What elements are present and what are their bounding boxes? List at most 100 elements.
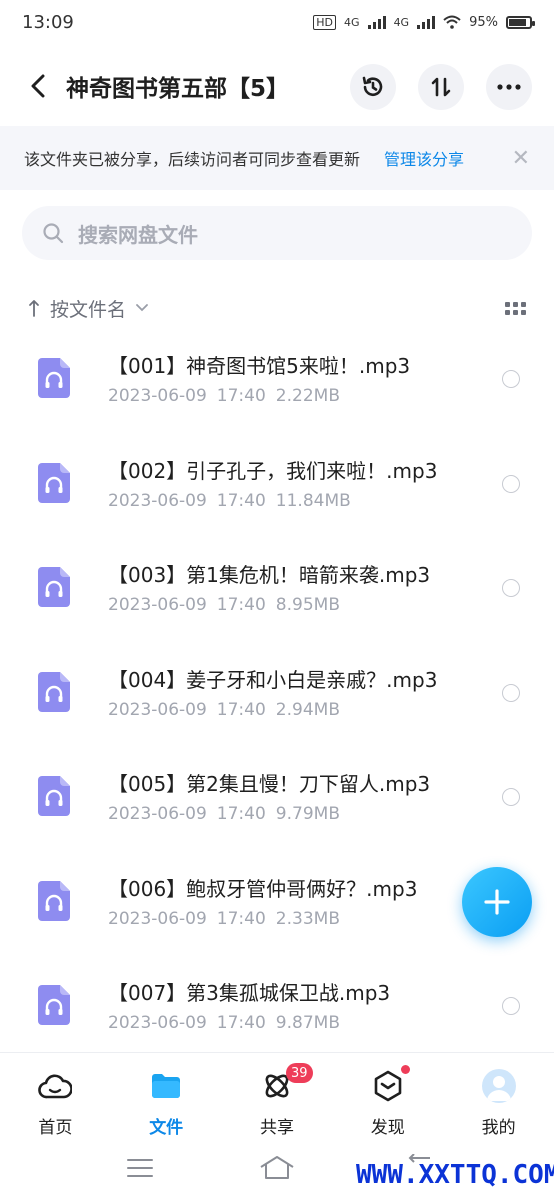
- nav-item-mine[interactable]: 我的: [443, 1053, 554, 1142]
- nav-item-home[interactable]: 首页: [0, 1053, 111, 1142]
- select-checkbox[interactable]: [502, 579, 520, 597]
- grid-view-button[interactable]: [505, 301, 526, 315]
- select-checkbox[interactable]: [502, 474, 520, 493]
- file-size: 2.94MB: [275, 699, 340, 720]
- file-row[interactable]: 【007】第3集孤城保卫战.mp3 2023-06-09 17:40 9.87MB: [0, 957, 554, 1062]
- nav-label-mine: 我的: [481, 1118, 516, 1138]
- file-meta: 2023-06-09 17:40 9.87MB: [108, 1013, 350, 1033]
- page-title: 神奇图书第五部【5】: [66, 76, 290, 102]
- audio-file-icon: [38, 462, 70, 503]
- select-checkbox[interactable]: [502, 370, 520, 388]
- close-icon[interactable]: ✕: [512, 146, 530, 171]
- nav-label-files: 文件: [149, 1118, 184, 1138]
- select-checkbox[interactable]: [502, 683, 520, 702]
- file-size: 8.95MB: [275, 595, 340, 615]
- cube-discover-icon: [371, 1065, 410, 1103]
- nav-item-share[interactable]: 39 共享: [222, 1053, 333, 1142]
- file-name: 【004】姜子牙和小白是亲戚？.mp3: [108, 667, 438, 692]
- avatar: [481, 1069, 516, 1103]
- audio-file-icon: [38, 567, 70, 607]
- file-time: 17:40: [216, 699, 266, 720]
- add-button[interactable]: [462, 867, 532, 937]
- nav-label-share: 共享: [259, 1118, 294, 1138]
- file-name: 【002】引子孔子，我们来啦！.mp3: [108, 458, 438, 483]
- file-row[interactable]: 【002】引子孔子，我们来啦！.mp3 2023-06-09 17:40 11.84…: [0, 435, 554, 540]
- header-actions: [350, 64, 532, 110]
- share-badge: 39: [285, 1063, 313, 1083]
- file-meta: 2023-06-09 17:40 9.79MB: [108, 804, 350, 824]
- audio-file-icon: [38, 776, 70, 816]
- nav-label-discover: 发现: [370, 1118, 405, 1138]
- audio-file-icon: [38, 985, 70, 1025]
- file-name: 【001】神奇图书馆5来啦！.mp3: [108, 354, 411, 378]
- folder-icon: [149, 1069, 183, 1103]
- file-date: 2023-06-09: [108, 804, 207, 824]
- audio-file-icon: [38, 880, 70, 921]
- cloud-home-icon: [38, 1069, 73, 1103]
- nav-item-files[interactable]: 文件: [111, 1053, 222, 1142]
- hd-icon: HD: [313, 14, 337, 30]
- home-icon[interactable]: [258, 1154, 296, 1180]
- file-time: 17:40: [216, 490, 266, 511]
- select-checkbox[interactable]: [502, 788, 520, 806]
- file-date: 2023-06-09: [108, 490, 207, 511]
- more-button[interactable]: [486, 64, 532, 110]
- search-icon: [43, 223, 64, 244]
- file-row[interactable]: 【005】第2集且慢！刀下留人.mp3 2023-06-09 17:40 9.79M…: [0, 748, 554, 853]
- file-meta: 2023-06-09 17:40 11.84MB: [108, 491, 361, 511]
- chevron-down-icon[interactable]: [136, 304, 148, 312]
- status-bar: 13:09 HD 4G 4G 95%: [0, 0, 554, 44]
- file-meta: 2023-06-09 17:40 2.22MB: [108, 386, 350, 406]
- sort-arrows-icon: [431, 77, 451, 97]
- file-name: 【006】鲍叔牙管仲哥俩好？.mp3: [108, 876, 418, 901]
- file-date: 2023-06-09: [108, 699, 207, 720]
- file-size: 9.79MB: [275, 804, 340, 824]
- back-arrow-icon: [31, 74, 45, 98]
- file-row[interactable]: 【001】神奇图书馆5来啦！.mp3 2023-06-09 17:40 2.22MB: [0, 330, 554, 435]
- status-icons: HD 4G 4G 95%: [313, 14, 535, 30]
- file-time: 17:40: [216, 1013, 266, 1033]
- nav-label-home: 首页: [38, 1118, 73, 1138]
- sort-row: 按文件名: [0, 290, 554, 326]
- plus-icon: [484, 889, 510, 915]
- file-list: 【001】神奇图书馆5来啦！.mp3 2023-06-09 17:40 2.22MB…: [0, 330, 554, 1062]
- signal-icon-2: [417, 15, 436, 29]
- sort-by-name-dropdown[interactable]: 按文件名: [50, 295, 126, 322]
- share-notice: 该文件夹已被分享，后续访问者可同步查看更新 管理该分享 ✕: [0, 126, 554, 190]
- file-time: 17:40: [216, 908, 266, 929]
- file-meta: 2023-06-09 17:40 8.95MB: [108, 595, 350, 615]
- search-input[interactable]: 搜索网盘文件: [22, 206, 532, 260]
- file-time: 17:40: [216, 386, 266, 406]
- battery-icon: [506, 15, 535, 29]
- orbit-share-icon: 39: [260, 1063, 313, 1103]
- file-size: 2.33MB: [275, 908, 340, 929]
- back-button[interactable]: [18, 66, 58, 106]
- file-date: 2023-06-09: [108, 386, 207, 406]
- header: 神奇图书第五部【5】: [0, 52, 554, 120]
- battery-percent: 95%: [469, 14, 498, 30]
- file-date: 2023-06-09: [108, 908, 207, 929]
- status-time: 13:09: [22, 11, 74, 33]
- audio-file-icon: [38, 671, 70, 712]
- sort-up-arrow-icon: [29, 300, 39, 317]
- select-checkbox[interactable]: [502, 997, 520, 1015]
- bottom-nav: 首页 文件 39 共享 发现 我的: [0, 1052, 554, 1142]
- file-row[interactable]: 【003】第1集危机！暗箭来袭.mp3 2023-06-09 17:40 8.95M…: [0, 539, 554, 644]
- file-size: 2.22MB: [275, 386, 340, 406]
- file-date: 2023-06-09: [108, 1013, 207, 1033]
- file-meta: 2023-06-09 17:40 2.33MB: [108, 909, 350, 929]
- sort-order-button[interactable]: [418, 64, 464, 110]
- file-size: 11.84MB: [275, 490, 351, 511]
- manage-share-link[interactable]: 管理该分享: [384, 146, 464, 170]
- discover-notification-dot: [400, 1065, 410, 1074]
- file-meta: 2023-06-09 17:40 2.94MB: [108, 700, 350, 720]
- file-row[interactable]: 【004】姜子牙和小白是亲戚？.mp3 2023-06-09 17:40 2.94M…: [0, 644, 554, 749]
- more-icon: [497, 84, 521, 90]
- share-notice-text: 该文件夹已被分享，后续访问者可同步查看更新: [24, 150, 361, 169]
- menu-icon[interactable]: [126, 1158, 154, 1178]
- nav-item-discover[interactable]: 发现: [332, 1053, 443, 1142]
- file-time: 17:40: [216, 595, 266, 615]
- history-button[interactable]: [350, 64, 396, 110]
- file-date: 2023-06-09: [108, 595, 207, 615]
- network-1-label: 4G: [344, 15, 360, 29]
